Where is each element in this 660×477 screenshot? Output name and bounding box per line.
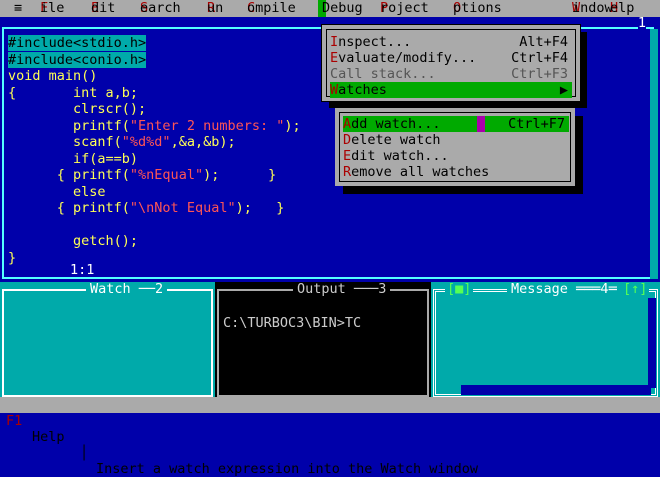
code-line[interactable]: { int a,b;	[8, 85, 301, 102]
message-close-icon[interactable]: [■]	[445, 282, 474, 296]
debug-menu: Inspect... Alt+F4 Evaluate/modify... Ctrl+…	[321, 24, 581, 102]
system-menu-icon[interactable]: ≡	[14, 0, 22, 17]
watch-pane[interactable]: Watch ──2	[0, 282, 215, 399]
watches-submenu: Add watch... Ctrl+F7 Delete watch Edit wa…	[335, 108, 575, 186]
status-bar: F1 Help │ Insert a watch expression into…	[0, 397, 660, 477]
message-vertical-scrollbar[interactable]	[648, 298, 656, 388]
code-line[interactable]: #include<conio.h>	[8, 51, 301, 69]
output-text: C:\TURBOC3\BIN>TC	[223, 315, 362, 331]
code-line[interactable]: #include<stdio.h>	[8, 35, 301, 52]
code-line[interactable]: }	[8, 250, 301, 267]
code-line[interactable]: printf("Enter 2 numbers: ");	[8, 118, 301, 135]
message-pane-title: Message ═══4═	[507, 282, 621, 296]
message-pane[interactable]: [■] Message ═══4═ [↑]	[431, 282, 660, 399]
code-line[interactable]: { printf("%nEqual"); }	[8, 167, 301, 184]
output-pane[interactable]: Output ───3 C:\TURBOC3\BIN>TC	[215, 282, 431, 399]
message-zoom-icon[interactable]: [↑]	[621, 282, 650, 296]
code-area[interactable]: #include<stdio.h> #include<conio.h> void m…	[8, 35, 301, 266]
code-line[interactable]: void main()	[8, 68, 301, 85]
code-line[interactable]: scanf("%d%d",&a,&b);	[8, 134, 301, 151]
menu-bar: ≡ File Edit Search Run Compile Debug Pro…	[0, 0, 660, 17]
menu-item-add-watch[interactable]: Add watch... Ctrl+F7	[343, 116, 569, 132]
message-pane-border	[433, 289, 658, 397]
code-line[interactable]	[8, 217, 301, 234]
message-horizontal-scrollbar[interactable]	[461, 385, 651, 395]
code-line[interactable]: else	[8, 184, 301, 201]
watch-pane-border	[2, 289, 213, 397]
menu-item-inspect[interactable]: Inspect... Alt+F4	[330, 34, 572, 50]
status-key-label[interactable]: Help	[32, 429, 65, 445]
output-pane-border	[217, 289, 429, 397]
status-divider: │	[80, 445, 89, 461]
cursor-block	[477, 116, 485, 132]
code-line[interactable]: getch();	[8, 233, 301, 250]
menu-item-evaluate-modify[interactable]: Evaluate/modify... Ctrl+F4	[330, 50, 572, 66]
submenu-arrow-icon: ▶	[559, 82, 568, 98]
editor-window-number: 1	[637, 15, 646, 31]
code-line[interactable]: { printf("\nNot Equal"); }	[8, 200, 301, 217]
menu-item-call-stack: Call stack... Ctrl+F3	[330, 66, 568, 82]
watch-pane-title: Watch ──2	[86, 282, 168, 296]
status-key[interactable]: F1	[6, 413, 22, 429]
menu-item-remove-all-watches[interactable]: Remove all watches	[343, 164, 569, 180]
code-line[interactable]: clrscr();	[8, 101, 301, 118]
menu-debug[interactable]: Debug	[318, 0, 363, 17]
menu-item-delete-watch[interactable]: Delete watch	[343, 132, 569, 148]
status-hint: Insert a watch expression into the Watch…	[96, 461, 479, 477]
output-pane-title: Output ───3	[293, 282, 391, 296]
menu-item-watches[interactable]: Watches ▶	[330, 82, 572, 98]
cursor-position: 1:1	[64, 263, 101, 277]
editor-vertical-scrollbar[interactable]	[650, 29, 658, 279]
code-line[interactable]: if(a==b)	[8, 151, 301, 168]
menu-item-edit-watch[interactable]: Edit watch...	[343, 148, 569, 164]
